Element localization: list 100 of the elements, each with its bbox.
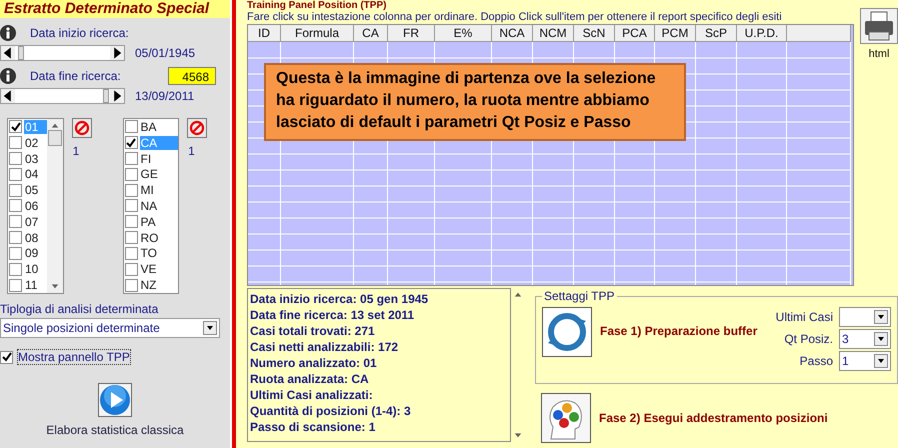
phase-label: Fase 1) Preparazione buffer [600, 324, 758, 338]
results-table[interactable]: ID Formula CA FR E% NCA NCM ScN PCA PCM ScP U.P.D. Questa è la immagine di partenza ove la selezione ha riguardato il numero, la ruota mentre abbiamo lasciato di default i parametri Qt Posiz e Passo [247, 24, 854, 286]
summary-line: Numero analizzato: 01 [250, 355, 378, 371]
checkbox[interactable] [124, 168, 138, 181]
list-item[interactable]: RO [140, 230, 178, 245]
button-caption: Elabora statistica classica [46, 423, 184, 437]
clear-icon[interactable] [72, 118, 92, 138]
checkbox[interactable] [124, 278, 138, 292]
column-header[interactable]: PCA [615, 25, 655, 42]
list-item[interactable]: 02 [24, 136, 47, 150]
checkbox-label[interactable]: Mostra pannello TPP [17, 349, 131, 365]
checkbox[interactable] [9, 262, 22, 276]
list-item[interactable]: GE [140, 167, 178, 182]
column-header[interactable]: CA [354, 25, 388, 42]
summary-line: Quantità di posizioni (1-4): 3 [250, 403, 412, 419]
checkbox[interactable] [124, 246, 138, 260]
panel-title: Estratto Determinato Special [0, 0, 230, 18]
list-item[interactable]: FI [140, 152, 178, 166]
field-label: Passo [800, 354, 833, 368]
column-header[interactable]: NCA [492, 25, 533, 42]
checkbox[interactable] [9, 168, 22, 181]
column-header[interactable]: Formula [281, 25, 354, 42]
list-item[interactable]: BA [140, 120, 178, 134]
scrollbar[interactable] [46, 119, 63, 293]
checkbox[interactable] [0, 350, 13, 364]
list-item[interactable]: VE [140, 262, 178, 276]
info-icon[interactable] [0, 25, 16, 41]
play-button[interactable] [98, 383, 132, 417]
list-item[interactable]: 09 [24, 246, 47, 260]
list-item[interactable]: 06 [24, 198, 47, 213]
selection-count: 1 [72, 144, 80, 158]
analysis-type-dropdown[interactable]: Singole posizioni determinate [0, 318, 220, 338]
list-item[interactable]: 05 [24, 183, 47, 198]
column-header[interactable] [787, 25, 851, 42]
summary-line: Data inizio ricerca: 05 gen 1945 [250, 291, 430, 307]
checkbox[interactable] [9, 152, 22, 166]
list-item[interactable]: 03 [24, 152, 47, 166]
annotation-callout: Questa è la immagine di partenza ove la selezione ha riguardato il numero, la ruota mentre abbiamo lasciato di default i parametri Qt Posiz e Passo [264, 63, 686, 141]
dropdown[interactable]: 3 [839, 329, 891, 349]
list-item[interactable]: NA [140, 198, 178, 213]
list-item[interactable]: 10 [24, 262, 47, 276]
checkbox[interactable] [124, 231, 138, 244]
list-item[interactable]: TO [140, 246, 178, 260]
dropdown[interactable]: 1 [839, 351, 891, 371]
checkbox[interactable] [124, 215, 138, 228]
list-item[interactable]: 11 [24, 278, 47, 292]
column-header[interactable]: NCM [533, 25, 574, 42]
checkbox[interactable] [124, 199, 138, 212]
count-box: 4568 [168, 67, 216, 85]
date-slider[interactable] [0, 45, 125, 61]
list-item[interactable]: MI [140, 183, 178, 198]
list-item[interactable]: 08 [24, 230, 47, 245]
checkbox[interactable] [9, 231, 22, 244]
down-arrow-icon[interactable] [50, 282, 59, 290]
checkbox[interactable] [9, 278, 22, 292]
info-icon[interactable] [0, 68, 16, 84]
field-label: Data fine ricerca: [30, 69, 121, 83]
checkbox-list[interactable]: BA CA FI GE MI NA PA RO TO VE NZ [122, 118, 180, 294]
field-label: Ultimi Casi [776, 310, 833, 324]
up-arrow-icon[interactable] [514, 291, 522, 299]
up-arrow-icon[interactable] [50, 122, 59, 130]
list-item[interactable]: 04 [24, 167, 47, 182]
list-item[interactable]: 07 [24, 214, 47, 229]
date-slider[interactable] [0, 88, 125, 104]
column-header[interactable]: ScN [574, 25, 615, 42]
summary-line: Passo di scansione: 1 [250, 419, 376, 435]
summary-line: Casi netti analizzabili: 172 [250, 339, 400, 355]
head-gears-button[interactable] [541, 393, 591, 443]
checkbox[interactable] [9, 246, 22, 260]
field-label: Data inizio ricerca: [30, 26, 129, 40]
checkbox[interactable] [9, 136, 22, 150]
date-value: 13/09/2011 [135, 89, 194, 103]
down-arrow-icon[interactable] [514, 431, 522, 439]
clear-icon[interactable] [187, 118, 208, 138]
scroll-thumb[interactable] [48, 130, 62, 146]
checkbox-list[interactable]: 01 02 03 04 05 06 07 08 09 10 11 [7, 118, 64, 294]
column-header[interactable]: ID [248, 25, 281, 42]
refresh-button[interactable] [542, 307, 592, 357]
checkbox[interactable] [124, 262, 138, 276]
checkbox[interactable] [124, 184, 138, 197]
checkbox[interactable] [124, 152, 138, 166]
column-header[interactable]: E% [435, 25, 492, 42]
summary-line: Data fine ricerca: 13 set 2011 [250, 307, 416, 323]
instruction-text: Fare click su intestazione colonna per ordinare. Doppio Click sull'item per ottenere il report specifico degli esiti [247, 11, 783, 24]
column-header[interactable]: U.P.D. [737, 25, 787, 42]
summary-line: Ultimi Casi analizzati: [250, 387, 374, 403]
printer-icon[interactable] [860, 8, 898, 44]
checkbox[interactable] [124, 120, 138, 134]
column-header[interactable]: ScP [696, 25, 737, 42]
checkbox[interactable] [9, 215, 22, 228]
checkbox[interactable] [124, 136, 138, 150]
column-header[interactable]: PCM [655, 25, 696, 42]
checkbox[interactable] [9, 120, 22, 134]
field-label: Tiplogia di analisi determinata [0, 302, 160, 318]
column-header[interactable]: FR [388, 25, 435, 42]
checkbox[interactable] [9, 199, 22, 212]
list-item[interactable]: PA [140, 214, 178, 229]
list-item[interactable]: NZ [140, 278, 178, 292]
button-caption: html [868, 48, 890, 60]
checkbox[interactable] [9, 184, 22, 197]
